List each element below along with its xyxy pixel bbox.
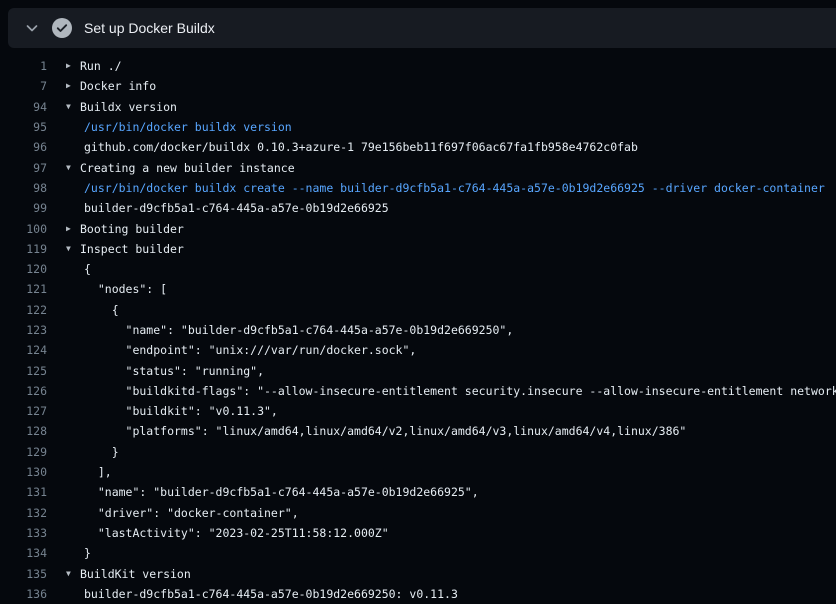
- line-number-link[interactable]: 119: [0, 242, 47, 256]
- log-line: 121 "nodes": [: [0, 279, 836, 299]
- log-text: {: [84, 303, 119, 317]
- log-text: BuildKit version: [80, 567, 191, 581]
- line-number-link[interactable]: 1: [0, 59, 47, 73]
- log-text: {: [84, 262, 91, 276]
- line-number-link[interactable]: 136: [0, 587, 47, 601]
- log-line: 131 "name": "builder-d9cfb5a1-c764-445a-…: [0, 482, 836, 502]
- line-number-link[interactable]: 127: [0, 404, 47, 418]
- log-line: 125 "status": "running",: [0, 360, 836, 380]
- log-text: Buildx version: [80, 100, 177, 114]
- log-text: Run ./: [80, 59, 122, 73]
- log-text: "name": "builder-d9cfb5a1-c764-445a-a57e…: [84, 485, 479, 499]
- step-header[interactable]: Set up Docker Buildx: [8, 8, 836, 48]
- line-number-link[interactable]: 99: [0, 201, 47, 215]
- log-line: 134 }: [0, 543, 836, 563]
- log-text: }: [84, 546, 91, 560]
- triangle-right-icon[interactable]: ▶: [66, 82, 80, 90]
- log-text: Booting builder: [80, 222, 184, 236]
- line-number-link[interactable]: 121: [0, 282, 47, 296]
- triangle-down-icon[interactable]: ▼: [66, 164, 80, 172]
- triangle-down-icon[interactable]: ▼: [66, 103, 80, 111]
- log-line: 130 ],: [0, 462, 836, 482]
- line-number-link[interactable]: 129: [0, 445, 47, 459]
- chevron-down-icon[interactable]: [24, 20, 40, 36]
- log-text: "status": "running",: [84, 364, 264, 378]
- log-group-line[interactable]: 97 ▼ Creating a new builder instance: [0, 157, 836, 177]
- line-number-link[interactable]: 125: [0, 364, 47, 378]
- line-number-link[interactable]: 133: [0, 526, 47, 540]
- line-number-link[interactable]: 134: [0, 546, 47, 560]
- log-text: "buildkitd-flags": "--allow-insecure-ent…: [84, 384, 836, 398]
- log-group-line[interactable]: 135 ▼ BuildKit version: [0, 563, 836, 583]
- check-circle-icon: [52, 18, 72, 38]
- log-text: Docker info: [80, 79, 156, 93]
- log-group-line[interactable]: 7 ▶ Docker info: [0, 76, 836, 96]
- log-text: "endpoint": "unix:///var/run/docker.sock…: [84, 343, 416, 357]
- log-text: Creating a new builder instance: [80, 161, 295, 175]
- log-group-line[interactable]: 1 ▶ Run ./: [0, 56, 836, 76]
- triangle-down-icon[interactable]: ▼: [66, 245, 80, 253]
- line-number-link[interactable]: 123: [0, 323, 47, 337]
- line-number-link[interactable]: 120: [0, 262, 47, 276]
- line-number-link[interactable]: 130: [0, 465, 47, 479]
- step-title: Set up Docker Buildx: [84, 20, 215, 36]
- line-number-link[interactable]: 124: [0, 343, 47, 357]
- line-number-link[interactable]: 132: [0, 506, 47, 520]
- log-line: 124 "endpoint": "unix:///var/run/docker.…: [0, 340, 836, 360]
- triangle-down-icon[interactable]: ▼: [66, 570, 80, 578]
- log-text: "name": "builder-d9cfb5a1-c764-445a-a57e…: [84, 323, 513, 337]
- log-line: 99 builder-d9cfb5a1-c764-445a-a57e-0b19d…: [0, 198, 836, 218]
- log-line: 136 builder-d9cfb5a1-c764-445a-a57e-0b19…: [0, 584, 836, 604]
- log-line: 126 "buildkitd-flags": "--allow-insecure…: [0, 381, 836, 401]
- log-text: "buildkit": "v0.11.3",: [84, 404, 278, 418]
- line-number-link[interactable]: 7: [0, 79, 47, 93]
- log-line: 120 {: [0, 259, 836, 279]
- log-text: "platforms": "linux/amd64,linux/amd64/v2…: [84, 424, 686, 438]
- triangle-right-icon[interactable]: ▶: [66, 225, 80, 233]
- line-number-link[interactable]: 96: [0, 140, 47, 154]
- log-text: "driver": "docker-container",: [84, 506, 299, 520]
- line-number-link[interactable]: 131: [0, 485, 47, 499]
- line-number-link[interactable]: 95: [0, 120, 47, 134]
- log-text: /usr/bin/docker buildx version: [84, 120, 292, 134]
- line-number-link[interactable]: 98: [0, 181, 47, 195]
- log-text: Inspect builder: [80, 242, 184, 256]
- log-text: builder-d9cfb5a1-c764-445a-a57e-0b19d2e6…: [84, 587, 458, 601]
- line-number-link[interactable]: 122: [0, 303, 47, 317]
- log-line: 122 {: [0, 300, 836, 320]
- line-number-link[interactable]: 128: [0, 424, 47, 438]
- log-line: 123 "name": "builder-d9cfb5a1-c764-445a-…: [0, 320, 836, 340]
- log-text: /usr/bin/docker buildx create --name bui…: [84, 181, 825, 195]
- line-number-link[interactable]: 100: [0, 222, 47, 236]
- log-text: "nodes": [: [84, 282, 167, 296]
- log-group-line[interactable]: 119 ▼ Inspect builder: [0, 239, 836, 259]
- log-group-line[interactable]: 94 ▼ Buildx version: [0, 97, 836, 117]
- log-text: github.com/docker/buildx 0.10.3+azure-1 …: [84, 140, 638, 154]
- log-text: ],: [84, 465, 112, 479]
- log-line: 95 /usr/bin/docker buildx version: [0, 117, 836, 137]
- log-line: 129 }: [0, 442, 836, 462]
- log-line: 96 github.com/docker/buildx 0.10.3+azure…: [0, 137, 836, 157]
- line-number-link[interactable]: 126: [0, 384, 47, 398]
- triangle-right-icon[interactable]: ▶: [66, 62, 80, 70]
- log-text: builder-d9cfb5a1-c764-445a-a57e-0b19d2e6…: [84, 201, 389, 215]
- log-text: }: [84, 445, 119, 459]
- log-group-line[interactable]: 100 ▶ Booting builder: [0, 218, 836, 238]
- log-lines: 1 ▶ Run ./ 7 ▶ Docker info 94 ▼ Buildx v…: [0, 48, 836, 604]
- log-line: 98 /usr/bin/docker buildx create --name …: [0, 178, 836, 198]
- log-line: 132 "driver": "docker-container",: [0, 503, 836, 523]
- log-text: "lastActivity": "2023-02-25T11:58:12.000…: [84, 526, 389, 540]
- line-number-link[interactable]: 135: [0, 567, 47, 581]
- log-line: 127 "buildkit": "v0.11.3",: [0, 401, 836, 421]
- line-number-link[interactable]: 94: [0, 100, 47, 114]
- line-number-link[interactable]: 97: [0, 161, 47, 175]
- log-line: 133 "lastActivity": "2023-02-25T11:58:12…: [0, 523, 836, 543]
- log-line: 128 "platforms": "linux/amd64,linux/amd6…: [0, 421, 836, 441]
